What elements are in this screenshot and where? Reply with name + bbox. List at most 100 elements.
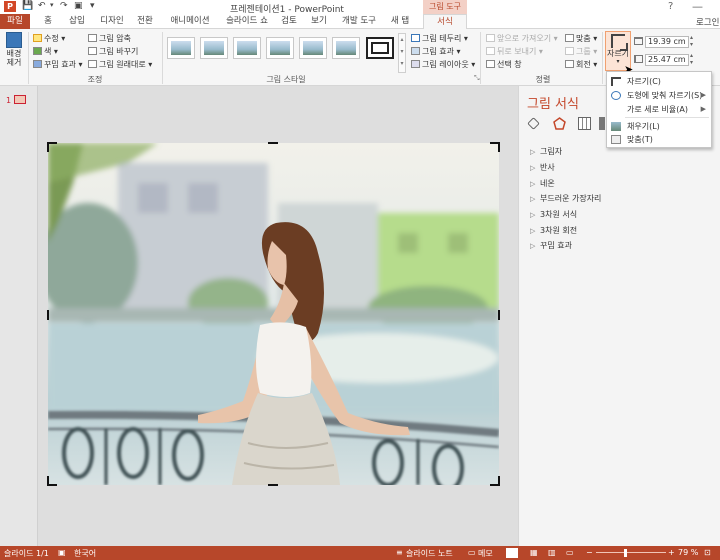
bring-forward-button[interactable]: 앞으로 가져오기 ▾ xyxy=(486,33,558,44)
picture-border-button[interactable]: 그림 테두리 ▾ xyxy=(411,33,468,44)
section-reflection[interactable]: ▷ 반사 xyxy=(530,162,555,173)
tab-view[interactable]: 보기 xyxy=(308,14,330,29)
compress-icon xyxy=(88,34,97,42)
menu-item-crop[interactable]: 자르기(C) xyxy=(607,75,711,88)
crop-handle-right[interactable] xyxy=(498,310,500,320)
save-icon[interactable]: 💾 xyxy=(22,1,33,11)
sign-in[interactable]: 로그인 xyxy=(696,16,719,28)
menu-item-fit[interactable]: 맞춤(T) xyxy=(607,133,711,146)
help-button[interactable]: ? xyxy=(668,1,673,12)
crop-handle-tl-v[interactable] xyxy=(47,142,49,152)
change-picture-button[interactable]: 그림 바꾸기 xyxy=(88,46,138,57)
compress-pictures-button[interactable]: 그림 압축 xyxy=(88,33,131,44)
color-button[interactable]: 색 ▾ xyxy=(33,46,58,57)
reset-picture-button[interactable]: 그림 원래대로 ▾ xyxy=(88,59,152,70)
slide-thumbnail-pane xyxy=(0,86,38,546)
align-button[interactable]: 맞춤 ▾ xyxy=(565,33,597,44)
zoom-out-icon[interactable]: − xyxy=(586,548,593,557)
zoom-level[interactable]: 79 % xyxy=(678,548,698,557)
section-artistic-effects[interactable]: ▷ 꾸밈 효과 xyxy=(530,240,572,251)
width-input[interactable]: 25.47 cm xyxy=(645,54,689,66)
picture-style-6[interactable] xyxy=(332,37,360,59)
tab-insert[interactable]: 삽입 xyxy=(66,14,88,29)
height-input[interactable]: 19.39 cm xyxy=(645,36,689,48)
language-indicator[interactable]: 한국어 xyxy=(74,548,96,559)
crop-handle-br-v[interactable] xyxy=(498,476,500,486)
picture-style-5[interactable] xyxy=(299,37,327,59)
menu-item-fill[interactable]: 채우기(L) xyxy=(607,120,711,133)
picture-style-3[interactable] xyxy=(233,37,261,59)
section-glow[interactable]: ▷ 네온 xyxy=(530,178,555,189)
group-icon xyxy=(565,47,574,55)
zoom-in-icon[interactable]: + xyxy=(668,548,675,557)
remove-background-button[interactable]: 배경 제거 xyxy=(4,32,24,72)
fill-icon xyxy=(611,122,621,131)
picture[interactable] xyxy=(48,143,499,485)
reading-view-icon[interactable]: ▥ xyxy=(548,548,556,557)
notes-button[interactable]: 슬라이드 노트 xyxy=(406,548,453,559)
tab-developer[interactable]: 개발 도구 xyxy=(340,14,378,29)
crop-handle-tr-v[interactable] xyxy=(498,142,500,152)
undo-icon[interactable]: ↶ xyxy=(38,1,46,11)
bring-forward-icon xyxy=(486,34,495,42)
picture-style-4[interactable] xyxy=(266,37,294,59)
zoom-slider-thumb[interactable] xyxy=(624,549,627,557)
section-3d-format[interactable]: ▷ 3차원 서식 xyxy=(530,209,577,220)
crop-handle-top[interactable] xyxy=(268,142,278,144)
picture-style-7[interactable] xyxy=(366,37,394,59)
picture-effects-button[interactable]: 그림 효과 ▾ xyxy=(411,46,461,57)
menu-item-crop-to-shape[interactable]: 도형에 맞춰 자르기(S) ▶ xyxy=(607,89,711,102)
gallery-scroll[interactable]: ▴ ▾ ▾ xyxy=(398,33,406,73)
crop-handle-left[interactable] xyxy=(47,310,49,320)
selection-pane-button[interactable]: 선택 창 xyxy=(486,59,522,70)
comments-button[interactable]: 메모 xyxy=(478,548,493,559)
fit-icon xyxy=(611,135,621,144)
slide-sorter-icon[interactable]: ▦ xyxy=(530,548,538,557)
section-shadow[interactable]: ▷ 그림자 xyxy=(530,146,562,157)
tab-format[interactable]: 서식 xyxy=(423,14,467,29)
tab-review[interactable]: 검토 xyxy=(278,14,300,29)
crop-handle-bl-v[interactable] xyxy=(47,476,49,486)
slideshow-view-icon[interactable]: ▭ xyxy=(566,548,574,557)
group-button[interactable]: 그룹 ▾ xyxy=(565,46,597,57)
menu-item-aspect-ratio[interactable]: 가로 세로 비율(A) ▶ xyxy=(607,103,711,116)
tab-home[interactable]: 홈 xyxy=(40,14,56,29)
adjust-group-label: 조정 xyxy=(87,75,103,84)
undo-dropdown-icon[interactable]: ▾ xyxy=(50,1,54,9)
caret-right-icon: ▷ xyxy=(530,148,536,156)
rotate-button[interactable]: 회전 ▾ xyxy=(565,59,597,70)
redo-icon[interactable]: ↷ xyxy=(60,1,68,11)
proofing-icon[interactable]: ▣ xyxy=(58,548,66,557)
corrections-button[interactable]: 수정 ▾ xyxy=(33,33,65,44)
section-3d-rotation[interactable]: ▷ 3차원 회전 xyxy=(530,225,577,236)
width-icon xyxy=(634,55,643,63)
zoom-slider[interactable] xyxy=(596,552,666,553)
artistic-effects-button[interactable]: 꾸밈 효과 ▾ xyxy=(33,59,83,70)
tab-new[interactable]: 새 탭 xyxy=(388,14,412,29)
effects-icon[interactable] xyxy=(553,117,566,130)
status-bar: 슬라이드 1/1 ▣ 한국어 ≡ 슬라이드 노트 ▭ 메모 ▦ ▥ ▭ − + … xyxy=(0,546,720,560)
minimize-button[interactable]: — xyxy=(692,0,703,13)
picture-layout-button[interactable]: 그림 레이아웃 ▾ xyxy=(411,59,475,70)
dialog-launcher-icon[interactable]: ⤡ xyxy=(474,74,480,83)
tab-file[interactable]: 파일 xyxy=(0,14,30,29)
normal-view-icon[interactable] xyxy=(506,548,518,558)
height-spinner[interactable]: ▴ ▾ xyxy=(690,34,693,48)
width-spinner[interactable]: ▴ ▾ xyxy=(690,52,693,66)
tab-animations[interactable]: 애니메이션 xyxy=(166,14,214,29)
section-soft-edges[interactable]: ▷ 부드러운 가장자리 xyxy=(530,193,601,204)
picture-style-1[interactable] xyxy=(167,37,195,59)
tab-slideshow[interactable]: 슬라이드 쇼 xyxy=(224,14,270,29)
powerpoint-icon[interactable]: P xyxy=(4,1,16,12)
crop-handle-bottom[interactable] xyxy=(268,484,278,486)
send-backward-button[interactable]: 뒤로 보내기 ▾ xyxy=(486,46,543,57)
customize-toolbar-icon[interactable]: ▾ xyxy=(90,1,95,11)
fit-to-window-icon[interactable]: ⊡ xyxy=(704,548,711,557)
start-slideshow-icon[interactable]: ▣ xyxy=(74,1,83,11)
tab-transitions[interactable]: 전환 xyxy=(134,14,156,29)
picture-style-2[interactable] xyxy=(200,37,228,59)
slide-thumbnail[interactable] xyxy=(14,95,26,104)
tab-design[interactable]: 디자인 xyxy=(98,14,126,29)
picture-icon[interactable] xyxy=(599,117,605,130)
size-properties-icon[interactable] xyxy=(578,117,591,130)
